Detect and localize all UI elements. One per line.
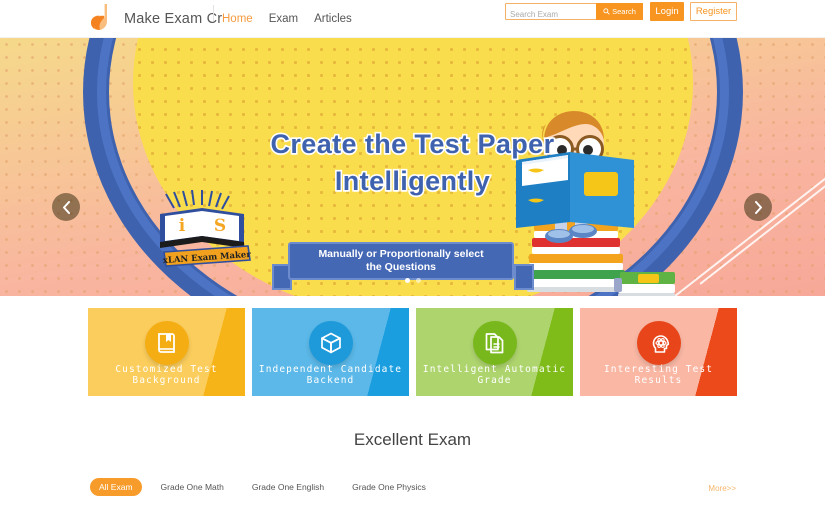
site-logo[interactable]	[88, 2, 118, 32]
more-link[interactable]: More>>	[708, 484, 736, 493]
banner-subtitle: Manually or Proportionally select the Qu…	[288, 242, 514, 280]
card-label: Customized Test Background	[115, 364, 218, 386]
card-label: Independent Candidate Backend	[258, 364, 403, 386]
carousel-next-button[interactable]	[744, 193, 772, 221]
exam-maker-book-icon: i S xLAN Exam Maker	[160, 190, 252, 267]
exam-category-tabs: All Exam Grade One Math Grade One Englis…	[90, 478, 435, 496]
card-label: Interesting Test Results	[603, 364, 714, 386]
documents-icon	[485, 333, 503, 354]
carousel-dot-1[interactable]	[404, 278, 410, 283]
svg-text:i: i	[179, 216, 186, 236]
cube-icon	[320, 332, 341, 354]
search-icon	[603, 8, 610, 15]
section-title: Excellent Exam	[353, 430, 472, 449]
feature-card-intelligent-automatic-grade[interactable]: Intelligent Automatic Grade	[416, 308, 573, 396]
nav-item-exam[interactable]: Exam	[269, 13, 298, 25]
feature-card-interesting-test-results[interactable]: Interesting Test Results	[580, 308, 737, 396]
svg-text:S: S	[214, 216, 226, 236]
banner-subtitle-tab-right	[514, 264, 534, 290]
tab-grade-one-english[interactable]: Grade One English	[243, 478, 333, 496]
brain-head-icon	[652, 335, 669, 353]
card-icon-circle	[472, 321, 517, 365]
feature-cards: Customized Test Background Independent C…	[0, 296, 825, 414]
tab-grade-one-math[interactable]: Grade One Math	[152, 478, 233, 496]
tab-grade-one-physics[interactable]: Grade One Physics	[343, 478, 435, 496]
card-label: Intelligent Automatic Grade	[422, 364, 567, 386]
carousel-prev-button[interactable]	[52, 193, 80, 221]
feature-card-independent-candidate-backend[interactable]: Independent Candidate Backend	[252, 308, 409, 396]
search-button-label: Search	[612, 7, 636, 16]
search-button[interactable]: Search	[596, 3, 643, 20]
leaf-logo-icon	[91, 4, 107, 30]
login-button[interactable]: Login	[650, 2, 684, 21]
excellent-exam-section: Excellent Exam All Exam Grade One Math G…	[0, 414, 825, 496]
nav-item-articles[interactable]: Articles	[314, 13, 352, 25]
register-button[interactable]: Register	[690, 2, 737, 21]
hero-carousel[interactable]: i S xLAN Exam Maker Create the Test Pape…	[0, 38, 825, 296]
main-nav: Home Exam Articles	[222, 13, 352, 25]
site-header: Make Exam Cr Home Exam Articles Search L…	[0, 0, 825, 38]
brand-name: Make Exam Cr	[124, 10, 223, 27]
bookmark-book-icon	[157, 333, 175, 353]
card-icon-circle	[636, 321, 681, 365]
carousel-dot-2[interactable]	[415, 278, 421, 283]
nav-divider	[213, 5, 214, 21]
card-icon-circle	[308, 321, 353, 365]
feature-card-customized-test-background[interactable]: Customized Test Background	[88, 308, 245, 396]
tab-all-exam[interactable]: All Exam	[90, 478, 142, 496]
carousel-dots	[0, 278, 825, 283]
chevron-right-icon	[754, 200, 762, 214]
card-icon-circle	[144, 321, 189, 365]
banner-subtitle-line1: Manually or Proportionally select	[318, 248, 484, 260]
nav-item-home[interactable]: Home	[222, 13, 253, 25]
chevron-left-icon	[62, 200, 70, 214]
banner-subtitle-line2: the Questions	[365, 261, 436, 273]
